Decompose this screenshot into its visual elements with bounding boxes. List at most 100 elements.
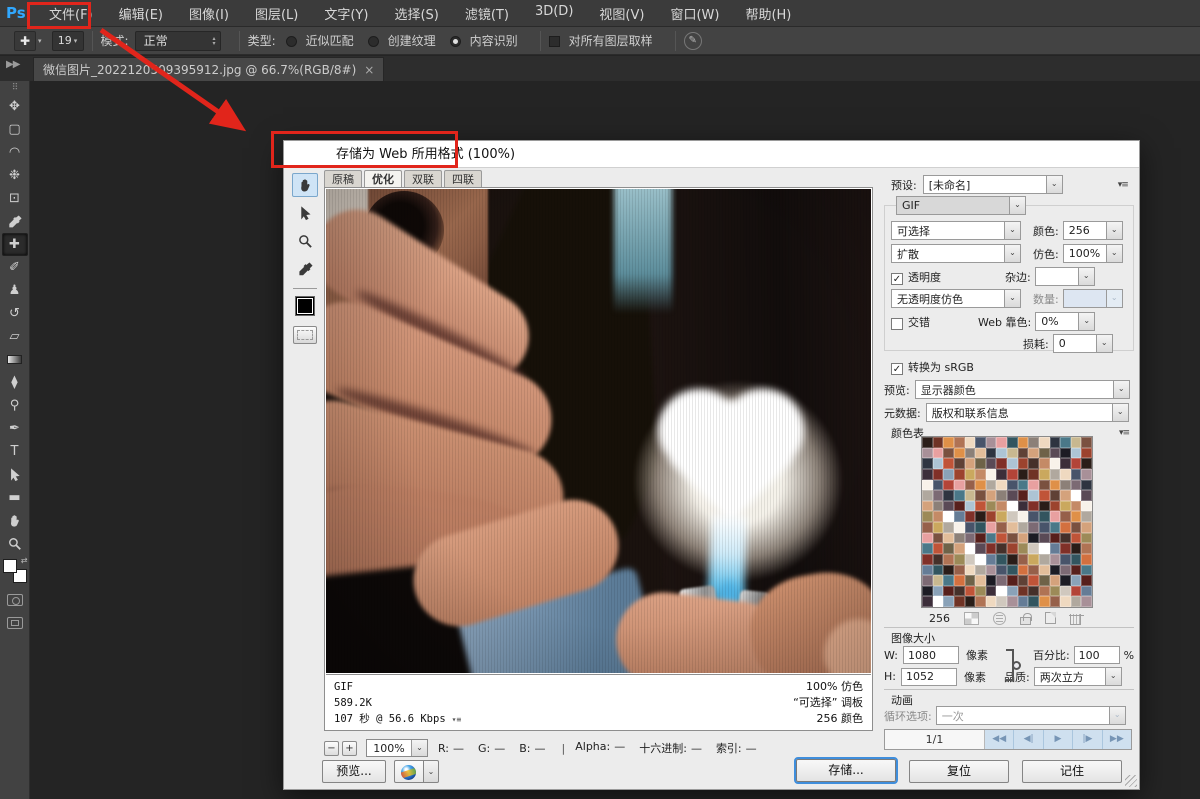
color-swatch[interactable] [943, 553, 954, 565]
menu-item-5[interactable]: 选择(S) [381, 0, 451, 28]
color-swatch[interactable] [932, 564, 944, 576]
color-swatch[interactable] [1028, 596, 1039, 607]
color-swatch[interactable] [1070, 437, 1082, 448]
color-swatch[interactable] [1081, 511, 1092, 522]
color-swatch[interactable] [1007, 575, 1018, 586]
pen-tool[interactable]: ✒ [2, 417, 28, 440]
color-swatch[interactable] [932, 543, 944, 554]
close-icon[interactable]: × [364, 63, 374, 77]
preview-in-browser-button[interactable]: 预览... [322, 760, 386, 783]
color-swatch[interactable] [1049, 500, 1061, 512]
color-swatch[interactable] [1070, 522, 1082, 533]
color-swatch[interactable] [1007, 596, 1018, 607]
color-swatch[interactable] [1028, 447, 1039, 459]
color-swatch[interactable] [943, 522, 954, 533]
history-brush-tool[interactable]: ↺ [2, 302, 28, 325]
color-swatch[interactable] [1028, 511, 1039, 522]
chevron-down-icon[interactable]: ▾ [38, 37, 42, 45]
color-swatch[interactable] [1049, 564, 1061, 576]
color-swatch[interactable] [1081, 553, 1092, 565]
color-swatch[interactable] [964, 468, 976, 480]
color-swatch[interactable] [922, 585, 933, 597]
color-swatch[interactable] [1028, 543, 1039, 554]
color-swatch[interactable] [964, 447, 976, 459]
color-swatch[interactable] [1070, 479, 1082, 491]
color-swatch[interactable] [1028, 490, 1039, 501]
color-swatch[interactable] [996, 490, 1007, 501]
color-swatch[interactable] [1081, 468, 1092, 480]
color-swatch[interactable] [1070, 500, 1082, 512]
color-swatch[interactable] [1038, 543, 1050, 554]
color-swatch[interactable] [985, 437, 997, 448]
color-swatch[interactable] [975, 585, 986, 597]
first-frame-button[interactable]: ◀◀ [985, 730, 1015, 749]
color-swatch[interactable] [1060, 458, 1071, 469]
color-swatch[interactable] [1038, 500, 1050, 512]
color-swatch[interactable] [1007, 458, 1018, 469]
color-swatch[interactable] [964, 511, 976, 522]
preview-dropdown[interactable]: 显示器颜色 ⌄ [914, 380, 1130, 399]
color-swatch[interactable] [996, 479, 1007, 491]
preview-tab-优化[interactable]: 优化 [364, 170, 402, 188]
color-swatch[interactable] [1028, 522, 1039, 533]
color-swatch[interactable] [1028, 532, 1039, 544]
preset-dropdown[interactable]: [未命名] ⌄ [922, 175, 1063, 194]
color-swatch[interactable] [1017, 543, 1029, 554]
color-swatch[interactable] [964, 479, 976, 491]
color-swatch[interactable] [922, 511, 933, 522]
move-tool[interactable]: ✥ [2, 95, 28, 118]
color-swatch[interactable] [932, 511, 944, 522]
color-swatch[interactable] [964, 532, 976, 544]
color-swatch[interactable] [996, 500, 1007, 512]
color-swatch[interactable] [964, 553, 976, 565]
zoom-tool[interactable] [2, 532, 28, 555]
lossy-dropdown[interactable]: 0 ⌄ [1052, 334, 1113, 353]
color-swatch[interactable] [922, 596, 933, 607]
color-swatch[interactable] [996, 511, 1007, 522]
link-icon[interactable] [1012, 661, 1021, 670]
color-swatch[interactable] [1017, 575, 1029, 586]
color-swatch[interactable] [1060, 553, 1071, 565]
color-swatch[interactable] [985, 564, 997, 576]
quick-mask-button[interactable] [2, 588, 28, 611]
color-swatch[interactable] [953, 500, 965, 512]
color-swatch[interactable] [964, 500, 976, 512]
color-swatch[interactable] [943, 511, 954, 522]
slice-select-tool[interactable] [292, 201, 318, 225]
dither-dropdown[interactable]: 100% ⌄ [1062, 244, 1123, 263]
interlace-checkbox[interactable] [891, 317, 903, 330]
delete-color-icon[interactable] [1069, 614, 1084, 625]
quick-selection-tool[interactable]: ❉ [2, 164, 28, 187]
next-frame-button[interactable]: |▶ [1073, 730, 1103, 749]
color-swatch[interactable] [922, 447, 933, 459]
color-swatch[interactable] [1017, 553, 1029, 565]
color-swatch[interactable] [964, 543, 976, 554]
color-swatch[interactable] [953, 468, 965, 480]
color-swatch[interactable] [943, 437, 954, 448]
color-swatch[interactable] [975, 575, 986, 586]
color-swatch[interactable] [985, 553, 997, 565]
color-swatch[interactable] [932, 490, 944, 501]
menu-item-1[interactable]: 编辑(E) [106, 0, 176, 28]
color-swatch[interactable] [1070, 458, 1082, 469]
color-swatch[interactable] [1007, 511, 1018, 522]
color-swatch[interactable] [1038, 532, 1050, 544]
color-swatch[interactable] [964, 585, 976, 597]
height-input[interactable]: 1052 [900, 667, 957, 686]
color-swatch[interactable] [985, 543, 997, 554]
color-swatch[interactable] [1060, 511, 1071, 522]
color-swatch[interactable] [1081, 585, 1092, 597]
color-swatch[interactable] [1007, 532, 1018, 544]
color-swatch[interactable] [953, 575, 965, 586]
color-swatch[interactable] [953, 490, 965, 501]
color-swatch[interactable] [1038, 575, 1050, 586]
color-swatch[interactable] [1049, 437, 1061, 448]
color-swatch[interactable] [1038, 437, 1050, 448]
color-swatch[interactable] [985, 458, 997, 469]
foreground-background-colors[interactable]: ⇄ [2, 556, 28, 583]
eyedropper-tool[interactable] [2, 210, 28, 233]
color-swatch[interactable] [1007, 543, 1018, 554]
color-swatch[interactable] [943, 500, 954, 512]
preview-tab-双联[interactable]: 双联 [404, 170, 442, 188]
color-swatch[interactable] [1081, 522, 1092, 533]
